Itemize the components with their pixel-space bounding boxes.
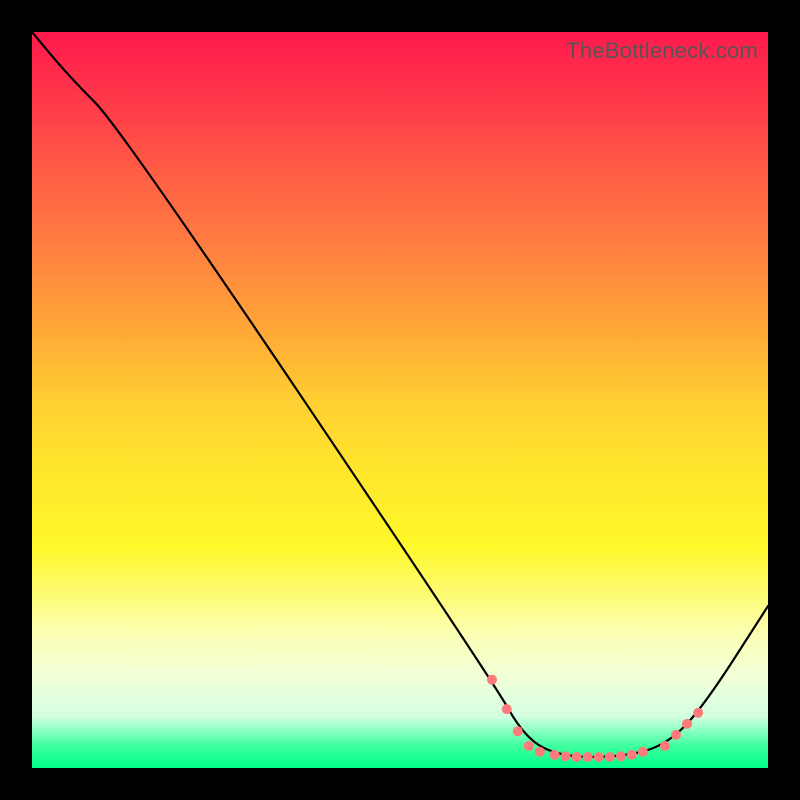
data-point: [561, 751, 571, 761]
data-point: [616, 751, 626, 761]
data-point: [594, 752, 604, 762]
chart-frame: TheBottleneck.com: [0, 0, 800, 800]
data-point: [513, 726, 523, 736]
data-point: [671, 730, 681, 740]
plot-area: TheBottleneck.com: [32, 32, 768, 768]
curve-layer: [32, 32, 768, 768]
marker-group: [487, 675, 703, 762]
data-point: [660, 741, 670, 751]
data-point: [693, 708, 703, 718]
data-point: [502, 704, 512, 714]
data-point: [638, 747, 648, 757]
data-point: [535, 747, 545, 757]
data-point: [550, 750, 560, 760]
bottleneck-curve: [32, 32, 768, 757]
data-point: [627, 750, 637, 760]
data-point: [605, 752, 615, 762]
data-point: [524, 741, 534, 751]
data-point: [682, 719, 692, 729]
data-point: [572, 752, 582, 762]
data-point: [583, 752, 593, 762]
data-point: [487, 675, 497, 685]
